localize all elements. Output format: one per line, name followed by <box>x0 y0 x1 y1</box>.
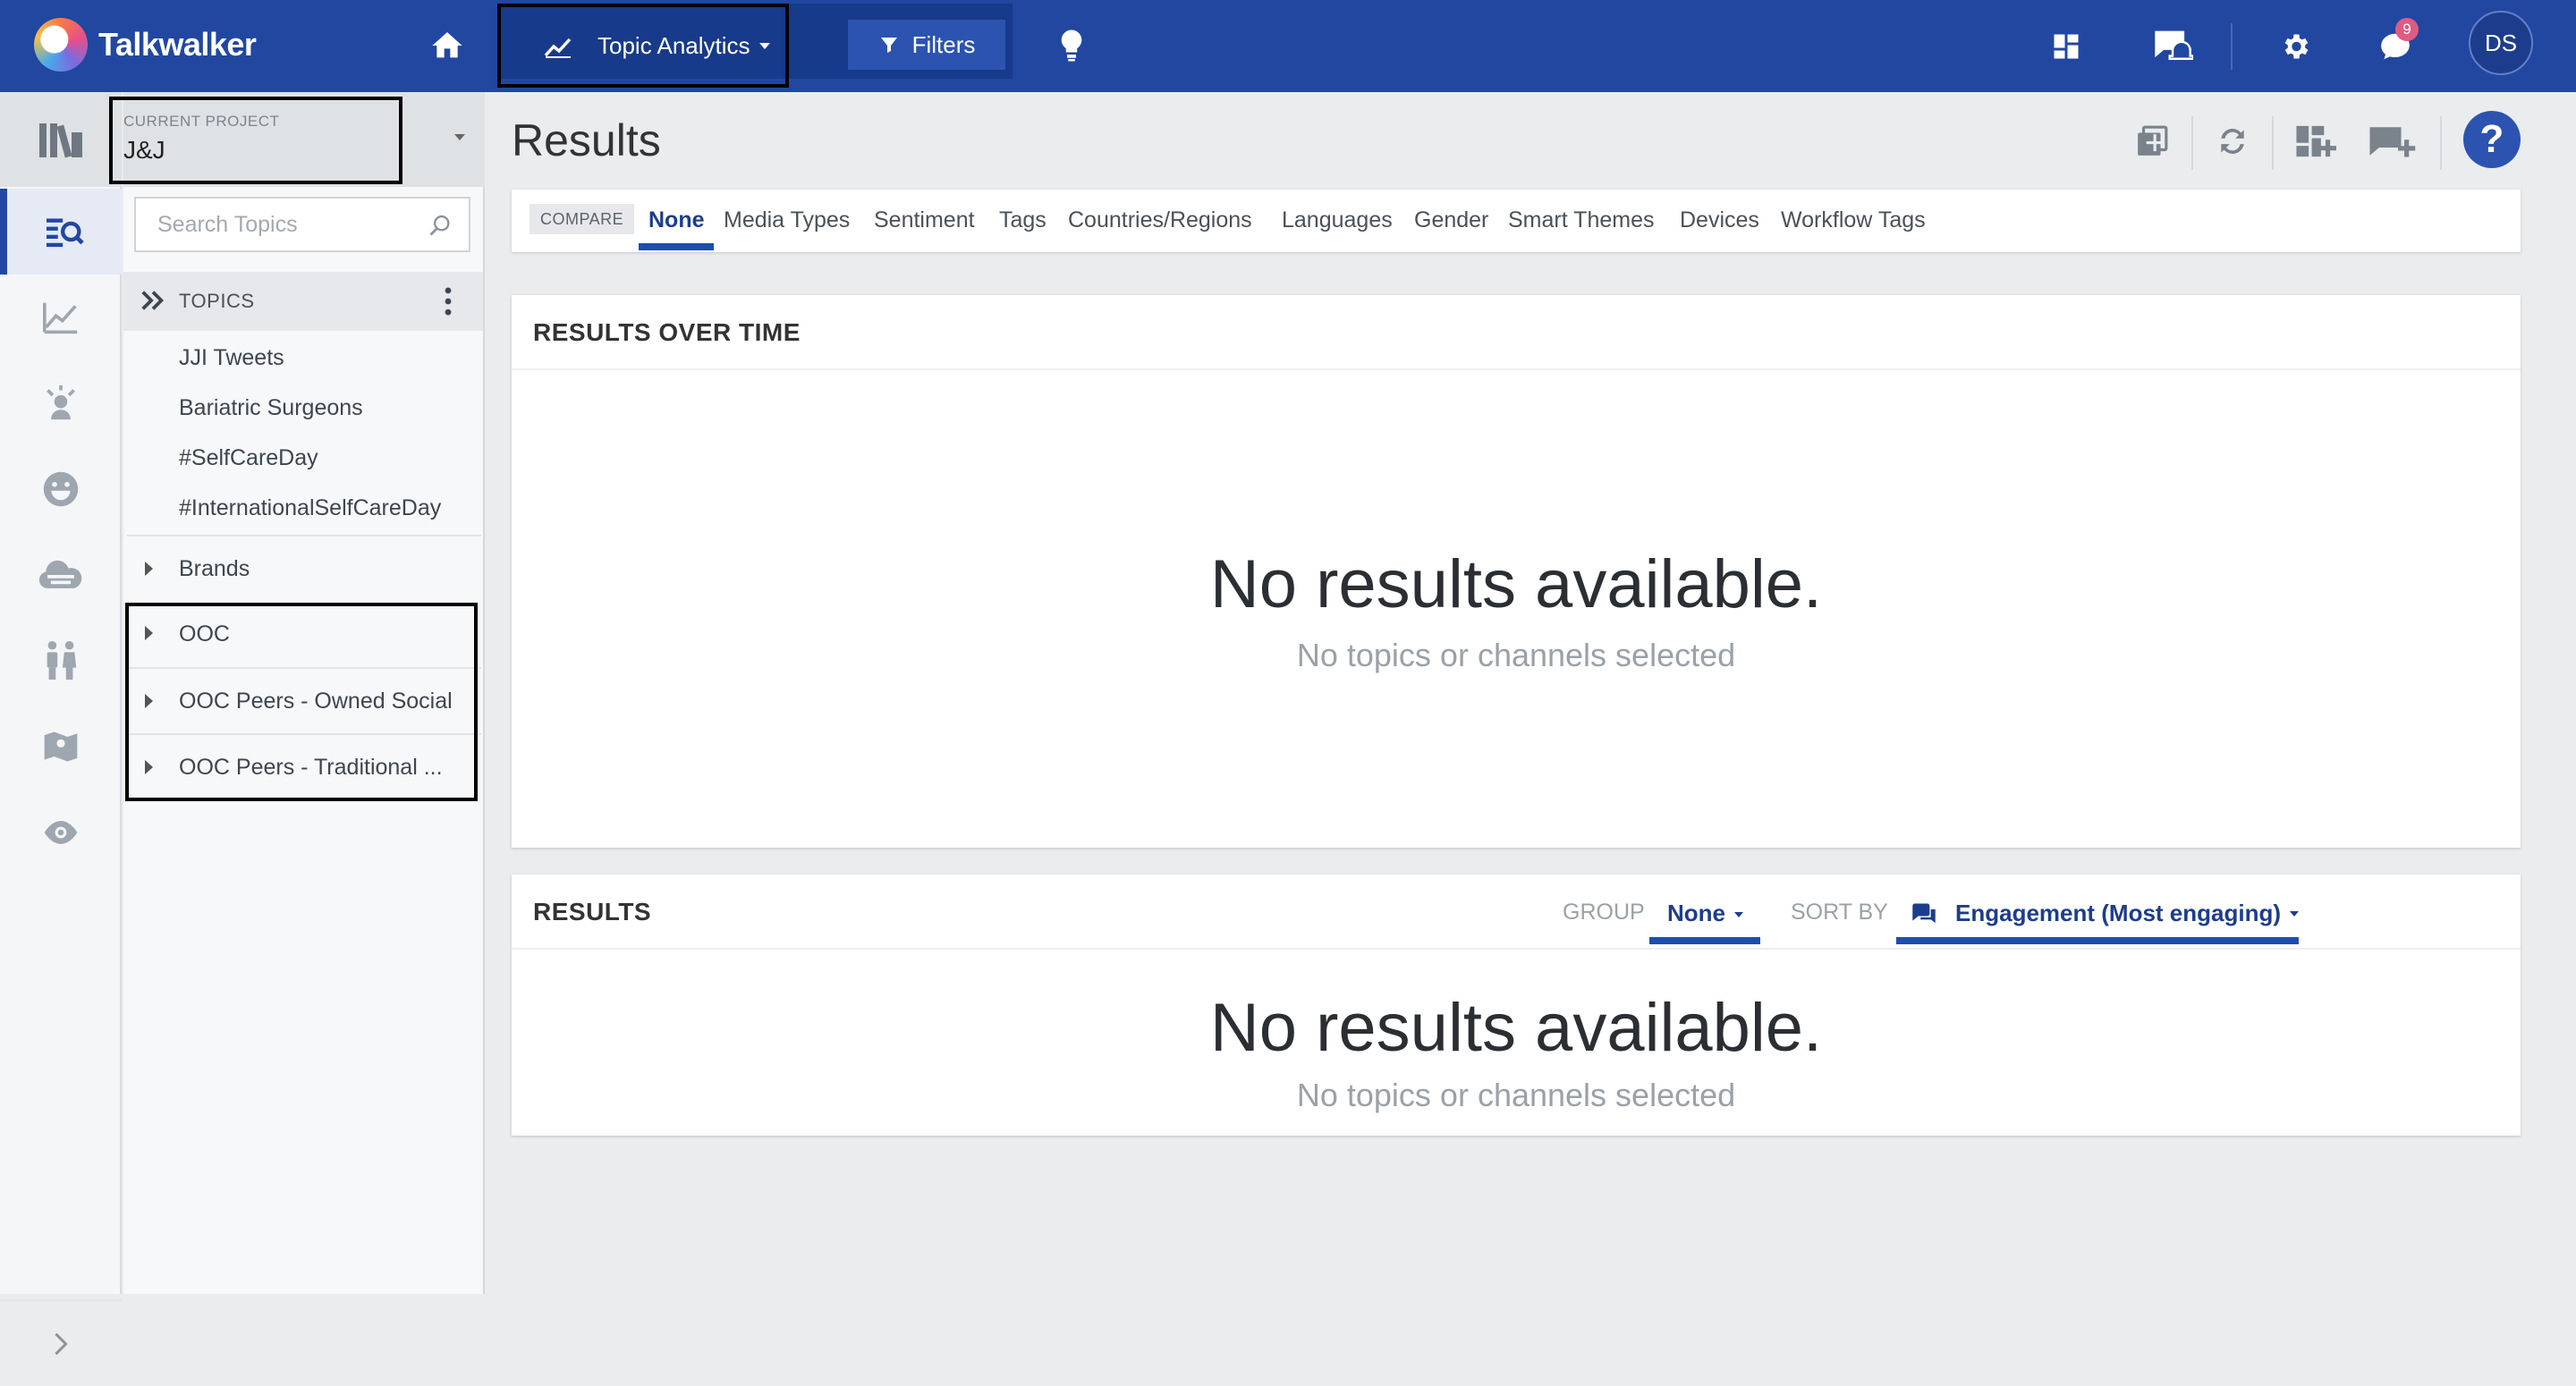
filter-icon <box>878 34 900 55</box>
sort-by-label: SORT BY <box>1791 900 1888 925</box>
more-options-kebab-icon[interactable] <box>444 286 453 322</box>
card-title: RESULTS <box>533 898 652 925</box>
sentiment-smiley-icon[interactable] <box>0 446 122 532</box>
group-label: GROUP <box>1563 900 1645 925</box>
compare-tab-countries-regions[interactable]: Countries/Regions <box>1068 207 1252 233</box>
talkwalker-logo-icon <box>34 18 88 72</box>
lightbulb-icon[interactable] <box>1054 25 1089 66</box>
compare-tab-gender[interactable]: Gender <box>1414 207 1488 233</box>
toolbar-divider <box>2272 116 2274 170</box>
app-name: Talkwalker <box>98 26 257 63</box>
map-icon[interactable] <box>0 704 122 790</box>
sort-by-dropdown[interactable]: Engagement (Most engaging) <box>1909 900 2299 927</box>
topic-item[interactable]: Bariatric Surgeons <box>179 395 363 421</box>
module-label: Topic Analytics <box>597 31 750 59</box>
results-over-time-card: RESULTS OVER TIME No results available. … <box>512 295 2521 848</box>
card-divider <box>512 948 2521 950</box>
compare-tab-none[interactable]: None <box>648 207 705 233</box>
project-dropdown-chevron-icon[interactable] <box>454 134 465 140</box>
visibility-eye-icon[interactable] <box>0 790 122 875</box>
compare-tab-devices[interactable]: Devices <box>1680 207 1759 233</box>
settings-gear-icon[interactable] <box>2275 27 2315 66</box>
filters-label: Filters <box>911 30 976 58</box>
compare-bar: COMPARE None Media Types Sentiment Tags … <box>512 190 2521 252</box>
group-dropdown-underline <box>1649 937 1760 944</box>
current-project-box[interactable]: CURRENT PROJECT J&J <box>109 97 402 184</box>
compare-tab-workflow-tags[interactable]: Workflow Tags <box>1781 207 1926 233</box>
filters-button[interactable]: Filters <box>848 20 1005 70</box>
navigation-rail <box>0 92 122 1355</box>
active-tab-indicator <box>639 243 714 250</box>
compare-tab-media-types[interactable]: Media Types <box>724 207 850 233</box>
alerts-icon[interactable] <box>2150 25 2195 66</box>
project-library-icon[interactable] <box>0 92 122 187</box>
empty-state-title: No results available. <box>1209 990 1823 1066</box>
topic-item[interactable]: #SelfCareDay <box>179 445 318 471</box>
analytics-trend-icon[interactable] <box>0 275 122 360</box>
empty-state-title: No results available. <box>1209 546 1823 622</box>
toolbar-divider <box>2440 116 2442 170</box>
compare-tab-sentiment[interactable]: Sentiment <box>874 207 975 233</box>
user-avatar[interactable]: DS <box>2469 11 2533 75</box>
module-dropdown[interactable]: Topic Analytics <box>497 4 789 88</box>
double-chevron-right-icon[interactable] <box>140 288 166 318</box>
results-card: RESULTS GROUP None SORT BY Engagement (M… <box>512 875 2521 1136</box>
compare-label: COMPARE <box>530 204 635 234</box>
topic-results-icon[interactable] <box>0 189 122 275</box>
dashboard-icon[interactable] <box>2046 27 2086 66</box>
search-topics-input[interactable]: Search Topics <box>134 197 470 252</box>
add-alert-icon[interactable] <box>2365 120 2419 163</box>
card-title: RESULTS OVER TIME <box>533 318 801 346</box>
expand-sidebar-icon[interactable] <box>0 1299 122 1386</box>
search-placeholder: Search Topics <box>157 211 298 237</box>
current-project-name: J&J <box>123 136 165 164</box>
topic-item[interactable]: #InternationalSelfCareDay <box>179 495 441 521</box>
demographics-people-icon[interactable] <box>0 618 122 704</box>
topics-section-header[interactable]: TOPICS <box>123 272 483 331</box>
sort-by-value: Engagement (Most engaging) <box>1955 900 2281 926</box>
selection-highlight <box>125 603 478 801</box>
refresh-icon[interactable] <box>2213 122 2252 161</box>
page-title: Results <box>512 115 661 165</box>
topic-item[interactable]: JJI Tweets <box>179 345 284 371</box>
group-label: Brands <box>179 555 250 581</box>
line-chart-icon <box>544 36 572 65</box>
group-dropdown[interactable]: None <box>1667 900 1743 927</box>
empty-state-subtitle: No topics or channels selected <box>1296 637 1736 673</box>
expand-triangle-icon <box>145 562 153 576</box>
topic-group-brands[interactable]: Brands <box>127 535 481 601</box>
chevron-down-icon <box>2290 910 2299 917</box>
sort-by-dropdown-underline <box>1896 937 2299 944</box>
top-bar: Talkwalker Topic Analytics Filters 9 DS <box>0 0 2576 92</box>
card-divider <box>512 368 2521 370</box>
add-to-report-icon[interactable] <box>2132 122 2172 161</box>
talkwalker-logo[interactable]: Talkwalker <box>34 18 257 72</box>
influencers-icon[interactable] <box>0 360 122 446</box>
search-icon[interactable] <box>428 213 453 244</box>
empty-state-subtitle: No topics or channels selected <box>1296 1077 1736 1113</box>
chevron-down-icon <box>758 42 770 49</box>
add-to-dashboard-icon[interactable] <box>2292 120 2338 163</box>
compare-tab-languages[interactable]: Languages <box>1282 207 1393 233</box>
topics-header-label: TOPICS <box>179 290 255 312</box>
home-icon[interactable] <box>429 23 465 68</box>
toolbar-divider <box>2191 116 2193 170</box>
compare-tab-tags[interactable]: Tags <box>999 207 1046 233</box>
chevron-down-icon <box>1734 912 1743 918</box>
topbar-divider <box>2231 23 2233 70</box>
themes-cloud-icon[interactable] <box>0 532 122 618</box>
notification-badge: 9 <box>2395 18 2419 41</box>
current-project-label: CURRENT PROJECT <box>123 113 280 130</box>
compare-tab-smart-themes[interactable]: Smart Themes <box>1508 207 1654 233</box>
help-question-icon[interactable]: ? <box>2463 111 2521 168</box>
group-value: None <box>1667 900 1725 926</box>
engagement-chat-icon <box>1909 901 1939 926</box>
